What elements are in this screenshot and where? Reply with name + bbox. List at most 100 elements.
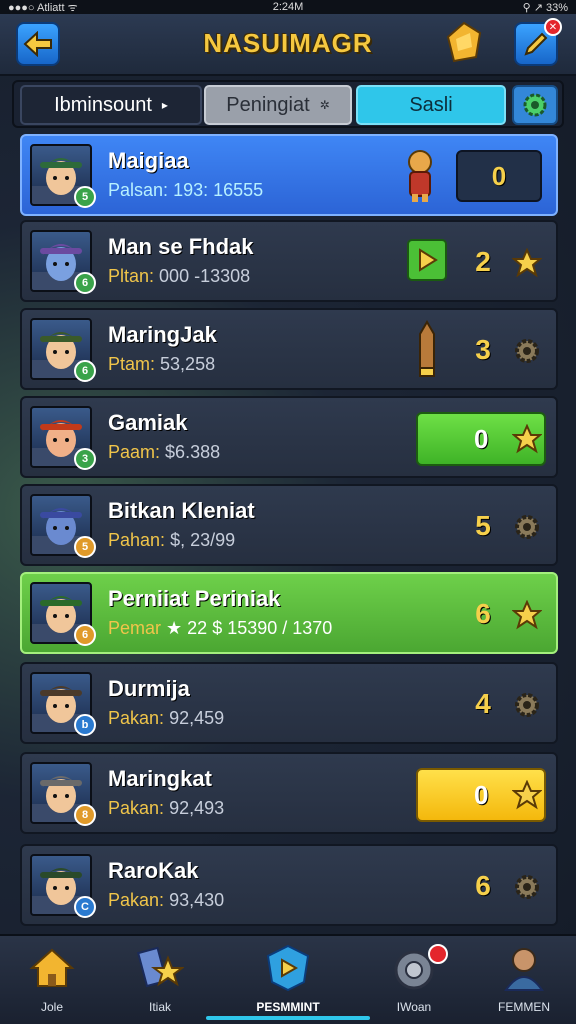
rank-badge: 6: [74, 624, 96, 646]
nav-label: FEMMEN: [498, 1000, 550, 1014]
player-score: Paam: $6.388: [108, 442, 220, 463]
player-score: Pltan: 000 -13308: [108, 266, 250, 287]
leaderboard-row[interactable]: 6 Perniiat Periniak Pemar ★ 22 $ 15390 / 1…: [20, 572, 558, 654]
home-icon: [29, 948, 75, 987]
player-score: Ptam: 53,258: [108, 354, 215, 375]
score-value: ★ 22 $ 15390 / 1370: [166, 618, 333, 638]
player-score: Pakan: 93,430: [108, 890, 224, 911]
score-label: Paam:: [108, 442, 161, 462]
tab-ibminsount[interactable]: Ibminsount ▸: [20, 85, 202, 125]
player-name: MaringJak: [108, 322, 217, 347]
gear-icon: [515, 693, 539, 717]
profile-icon: [504, 948, 544, 991]
score-box[interactable]: 0: [456, 150, 542, 202]
bottom-nav: Jole Itiak PESMMINT IWoan FEMMEN: [0, 934, 576, 1024]
score-label: Pahan:: [108, 530, 166, 550]
nav-item-femmen[interactable]: FEMMEN: [474, 940, 574, 1020]
back-button[interactable]: [16, 22, 60, 66]
nav-label: Jole: [40, 1000, 63, 1014]
score-value: $, 23/99: [170, 530, 236, 550]
tab-peningiat[interactable]: Peningiat ✲: [204, 85, 352, 125]
star-flag-icon: [136, 946, 184, 988]
star-icon: [512, 248, 542, 278]
row-value: 3: [475, 334, 491, 365]
tab-bar: Ibminsount ▸ Peningiat ✲ Sasli: [12, 80, 564, 128]
nav-item-home[interactable]: Jole: [2, 940, 102, 1020]
row-value: 4: [475, 688, 491, 719]
tab-label: Sasli: [409, 93, 453, 116]
clock-text: 2:24M: [272, 1, 304, 13]
star-icon: [512, 780, 542, 810]
player-name: Gamiak: [108, 410, 188, 435]
gear-icon: [515, 515, 539, 539]
rank-badge: 5: [74, 536, 96, 558]
score-value: 92,493: [169, 798, 225, 818]
nav-label: PESMMINT: [256, 1000, 320, 1014]
player-name: RaroKak: [108, 858, 199, 883]
header-bar: NASUIMAGR ✕: [0, 14, 576, 76]
row-value: 5: [475, 510, 491, 541]
row-value: 2: [475, 246, 491, 277]
leaderboard-row[interactable]: 3 Gamiak Paam: $6.388 0: [20, 396, 558, 478]
nav-item-itiak[interactable]: Itiak: [110, 940, 210, 1020]
nav-item-pesmmint[interactable]: PESMMINT: [238, 940, 338, 1020]
notification-badge: [428, 944, 448, 964]
sparkle-icon: ✲: [319, 98, 330, 112]
leaderboard-list: 5 Maigiaa Palsan: 193: 16555 0 6 Man se Fhd…: [20, 134, 558, 930]
tab-label: Ibminsount: [54, 93, 152, 116]
player-score: Pakan: 92,493: [108, 798, 224, 819]
player-score: Pemar ★ 22 $ 15390 / 1370: [108, 618, 332, 639]
rank-badge: 6: [74, 360, 96, 382]
nav-item-iwoan[interactable]: IWoan: [364, 940, 464, 1020]
rank-badge: b: [74, 714, 96, 736]
leaderboard-row[interactable]: b Durmija Pakan: 92,459 4: [20, 662, 558, 744]
leaderboard-row[interactable]: 6 Man se Fhdak Pltan: 000 -13308 2: [20, 220, 558, 302]
leaderboard-row[interactable]: C RaroKak Pakan: 93,430 6: [20, 844, 558, 926]
score-value: 92,459: [169, 708, 225, 728]
player-score: Pakan: 92,459: [108, 708, 224, 729]
pencil-item-icon: [419, 320, 435, 377]
star-icon: [512, 424, 542, 454]
battery-text: ⚲ ↗ 33%: [522, 1, 569, 14]
score-value: 53,258: [160, 354, 216, 374]
row-value: 6: [475, 870, 491, 901]
player-name: Man se Fhdak: [108, 234, 254, 259]
pencil-icon: [524, 32, 548, 56]
active-tab-indicator: [206, 1016, 370, 1020]
score-label: Ptam:: [108, 354, 156, 374]
score-label: Pltan:: [108, 266, 155, 286]
player-name: Maigiaa: [108, 148, 189, 173]
player-name: Bitkan Kleniat: [108, 498, 255, 523]
gear-icon: [523, 93, 547, 117]
rank-badge: 5: [74, 186, 96, 208]
play-card-icon: [407, 239, 447, 281]
leaderboard-row[interactable]: 8 Maringkat Pakan: 92,493 0: [20, 752, 558, 834]
tab-sasli[interactable]: Sasli: [356, 85, 506, 125]
tab-label: Peningiat: [226, 93, 310, 116]
settings-button[interactable]: [512, 85, 558, 125]
row-value: 6: [475, 598, 491, 629]
score-label: Palsan:: [108, 180, 169, 200]
chevron-right-icon: ▸: [161, 98, 168, 112]
score-value: 193: 16555: [173, 180, 264, 200]
nav-label: IWoan: [396, 1000, 432, 1014]
rank-badge: 3: [74, 448, 96, 470]
player-name: Perniiat Periniak: [108, 586, 281, 611]
back-arrow-icon: [23, 31, 52, 57]
rank-badge: 8: [74, 804, 96, 826]
leaderboard-row[interactable]: 5 Maigiaa Palsan: 193: 16555 0: [20, 134, 558, 216]
score-label: Pemar: [108, 618, 162, 638]
player-name: Maringkat: [108, 766, 212, 791]
leaderboard-row[interactable]: 6 MaringJak Ptam: 53,258 3: [20, 308, 558, 390]
leaderboard-row[interactable]: 5 Bitkan Kleniat Pahan: $, 23/99 5: [20, 484, 558, 566]
status-bar: ●●●○ Atliatt ᯤ 2:24M ⚲ ↗ 33%: [0, 0, 576, 14]
gear-icon: [515, 339, 539, 363]
player-score: Pahan: $, 23/99: [108, 530, 235, 551]
gift-button[interactable]: [442, 20, 486, 64]
edit-button[interactable]: ✕: [514, 18, 562, 66]
score-label: Pakan:: [108, 708, 165, 728]
player-score: Palsan: 193: 16555: [108, 180, 263, 201]
score-label: Pakan:: [108, 890, 165, 910]
value-text: 0: [474, 779, 489, 810]
score-value: 000 -13308: [159, 266, 251, 286]
